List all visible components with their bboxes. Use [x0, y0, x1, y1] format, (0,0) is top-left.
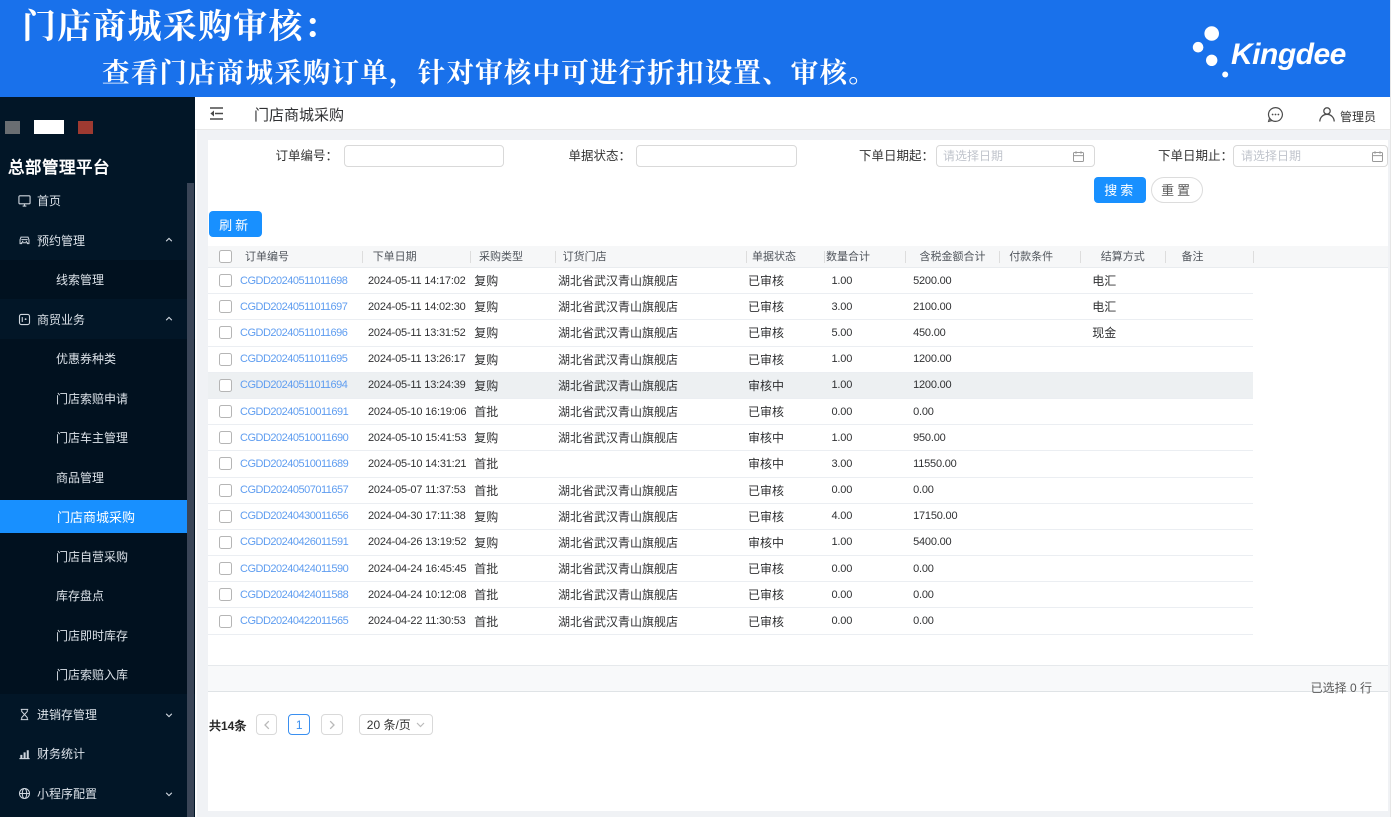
- svg-text:Kingdee: Kingdee: [1231, 38, 1346, 71]
